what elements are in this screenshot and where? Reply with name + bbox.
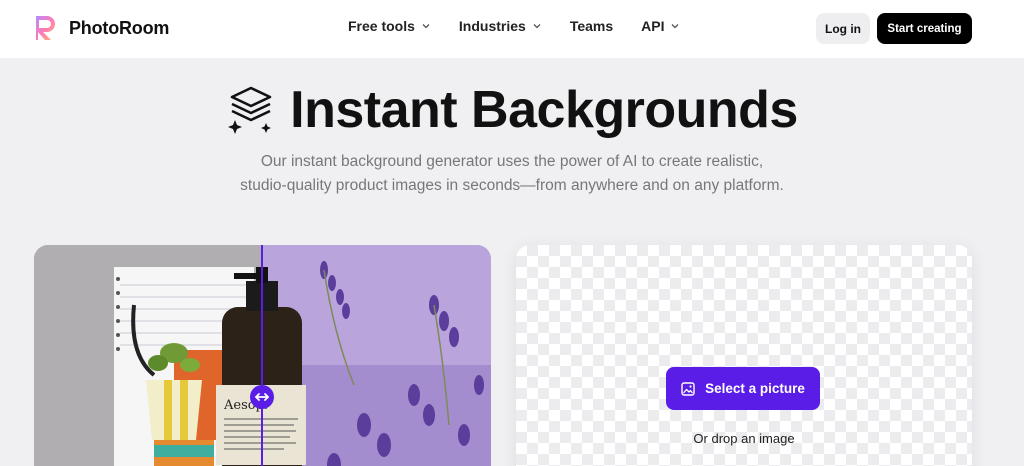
nav-label: API	[641, 18, 665, 34]
upload-dropzone[interactable]: Select a picture Or drop an image	[516, 245, 972, 466]
comparison-slider-handle[interactable]	[250, 385, 274, 409]
nav-teams[interactable]: Teams	[570, 18, 613, 34]
hero-subtitle-line2: studio-quality product images in seconds…	[240, 177, 784, 194]
nav-industries[interactable]: Industries	[459, 18, 542, 34]
before-after-demo[interactable]: Aesop.	[34, 245, 491, 466]
brand-logo[interactable]: PhotoRoom	[33, 14, 169, 42]
select-picture-label: Select a picture	[705, 381, 805, 396]
nav-label: Teams	[569, 18, 614, 34]
main-nav: Free tools Industries Teams API	[348, 18, 708, 34]
nav-api[interactable]: API	[641, 18, 680, 34]
hero-heading: Instant Backgrounds	[0, 80, 1024, 140]
nav-label: Free tools	[348, 18, 415, 34]
nav-label: Industries	[458, 18, 526, 34]
photoroom-logo-icon	[36, 16, 55, 40]
hero-subtitle-line1: Our instant background generator uses th…	[260, 153, 764, 170]
site-header: PhotoRoom Free tools Industries Teams AP…	[0, 0, 1024, 58]
page-title: Instant Backgrounds	[290, 81, 798, 139]
demo-photo: Aesop.	[34, 245, 491, 466]
layers-sparkle-icon	[228, 86, 272, 134]
select-picture-button[interactable]: Select a picture	[666, 367, 820, 410]
image-icon	[681, 381, 695, 396]
drop-image-hint: Or drop an image	[693, 431, 795, 446]
brand-name: PhotoRoom	[69, 17, 170, 38]
start-creating-button[interactable]: Start creating	[877, 13, 972, 44]
nav-free-tools[interactable]: Free tools	[348, 18, 431, 34]
login-button[interactable]: Log in	[816, 13, 870, 44]
chevron-down-icon	[422, 24, 430, 29]
chevron-down-icon	[672, 24, 679, 29]
chevron-down-icon	[533, 24, 541, 29]
